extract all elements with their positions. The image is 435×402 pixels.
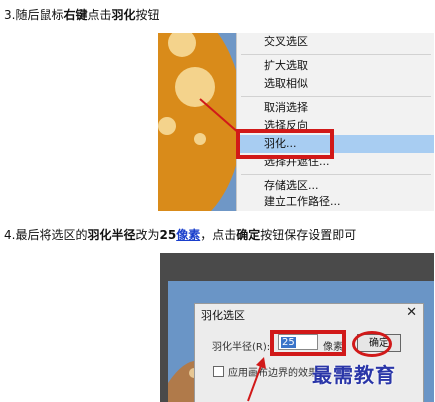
highlight-circle xyxy=(352,331,392,357)
context-menu-screenshot: 交叉选区 扩大选取 选取相似 取消选择 选择反向 羽化... 选择并遮住... … xyxy=(158,33,434,211)
menu-item-make-work-path[interactable]: 建立工作路径... xyxy=(237,193,434,211)
step3-instruction: 3.随后鼠标右键点击羽化按钮 xyxy=(4,8,160,22)
menu-item-grow[interactable]: 扩大选取 xyxy=(237,57,434,75)
menu-separator xyxy=(241,174,431,175)
feather-dialog-screenshot: 羽化选区 ✕ 羽化半径(R): 25 像素 确定 应用画布边界的效果 最需教育 xyxy=(160,253,434,402)
step4-instruction: 4.最后将选区的羽化半径改为25像素，点击确定按钮保存设置即可 xyxy=(4,228,357,242)
highlight-box xyxy=(236,129,334,159)
menu-item-deselect[interactable]: 取消选择 xyxy=(237,99,434,117)
canvas-dot xyxy=(158,117,176,135)
close-icon[interactable]: ✕ xyxy=(406,305,417,320)
menu-separator xyxy=(241,96,431,97)
menu-item-similar[interactable]: 选取相似 xyxy=(237,75,434,93)
menu-separator xyxy=(241,54,431,55)
apply-edge-label: 应用画布边界的效果 xyxy=(228,368,318,379)
menu-item-intersect[interactable]: 交叉选区 xyxy=(237,33,434,51)
feather-radius-label: 羽化半径(R): xyxy=(212,342,271,353)
pixel-link[interactable]: 像素 xyxy=(176,228,200,242)
pointer-arrow xyxy=(247,357,266,402)
dialog-title: 羽化选区 xyxy=(201,309,245,322)
highlight-box xyxy=(270,330,346,356)
watermark-logo: 最需教育 xyxy=(312,363,396,387)
context-menu: 交叉选区 扩大选取 选取相似 取消选择 选择反向 羽化... 选择并遮住... … xyxy=(236,33,434,211)
apply-edge-checkbox[interactable] xyxy=(213,366,224,377)
